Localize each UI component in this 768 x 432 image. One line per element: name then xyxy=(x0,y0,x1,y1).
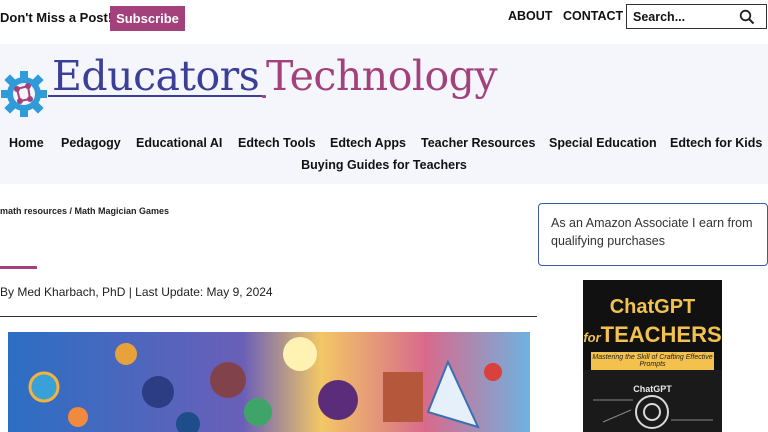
search-box[interactable] xyxy=(626,4,767,29)
book-label: ChatGPT xyxy=(633,384,672,394)
promo-text: Don't Miss a Post! xyxy=(0,10,113,25)
top-bar: Don't Miss a Post! Subscribe ABOUT CONTA… xyxy=(0,0,768,38)
search-input[interactable] xyxy=(633,8,733,25)
book-title-teachers: TEACHERS xyxy=(600,322,722,347)
article-byline: By Med Kharbach, PhD | Last Update: May … xyxy=(0,285,273,299)
byline-divider xyxy=(0,316,537,317)
about-link[interactable]: ABOUT xyxy=(508,9,552,23)
nav-buying-guides[interactable]: Buying Guides for Teachers xyxy=(301,158,467,172)
book-title-line1: ChatGPT xyxy=(609,296,696,318)
nav-teacher-resources[interactable]: Teacher Resources xyxy=(421,136,535,150)
main-nav: Home Pedagogy Educational AI Edtech Tool… xyxy=(0,136,768,152)
nav-edtech-apps[interactable]: Edtech Apps xyxy=(330,136,406,150)
hero-image xyxy=(8,332,530,432)
book-cover[interactable]: ChatGPT forTEACHERS Mastering the Skill … xyxy=(583,280,722,432)
nav-row-2: Buying Guides for Teachers xyxy=(0,156,768,174)
affiliate-disclosure: As an Amazon Associate I earn from quali… xyxy=(538,203,768,266)
logo-underline xyxy=(48,95,266,98)
nav-edtech-tools[interactable]: Edtech Tools xyxy=(238,136,316,150)
book-subtitle: Mastering the Skill of Crafting Effectiv… xyxy=(591,352,714,370)
book-title-for: for xyxy=(583,330,601,345)
accent-line xyxy=(0,266,37,269)
gear-network-icon xyxy=(1,71,47,117)
book-art xyxy=(583,370,722,432)
subscribe-button[interactable]: Subscribe xyxy=(110,6,185,31)
logo-text-technology: Technology xyxy=(266,52,498,100)
nav-edtech-for-kids[interactable]: Edtech for Kids xyxy=(670,136,762,150)
search-icon[interactable] xyxy=(739,9,755,25)
nav-special-education[interactable]: Special Education xyxy=(549,136,657,150)
logo-text-educators: Educators xyxy=(52,52,260,100)
site-logo[interactable]: Educators Technology xyxy=(0,50,520,126)
nav-home[interactable]: Home xyxy=(9,136,44,150)
nav-educational-ai[interactable]: Educational AI xyxy=(136,136,222,150)
breadcrumb[interactable]: math resources / Math Magician Games xyxy=(0,206,169,216)
contact-link[interactable]: CONTACT xyxy=(563,9,623,23)
nav-pedagogy[interactable]: Pedagogy xyxy=(61,136,121,150)
book-title-line2: forTEACHERS xyxy=(583,322,722,348)
